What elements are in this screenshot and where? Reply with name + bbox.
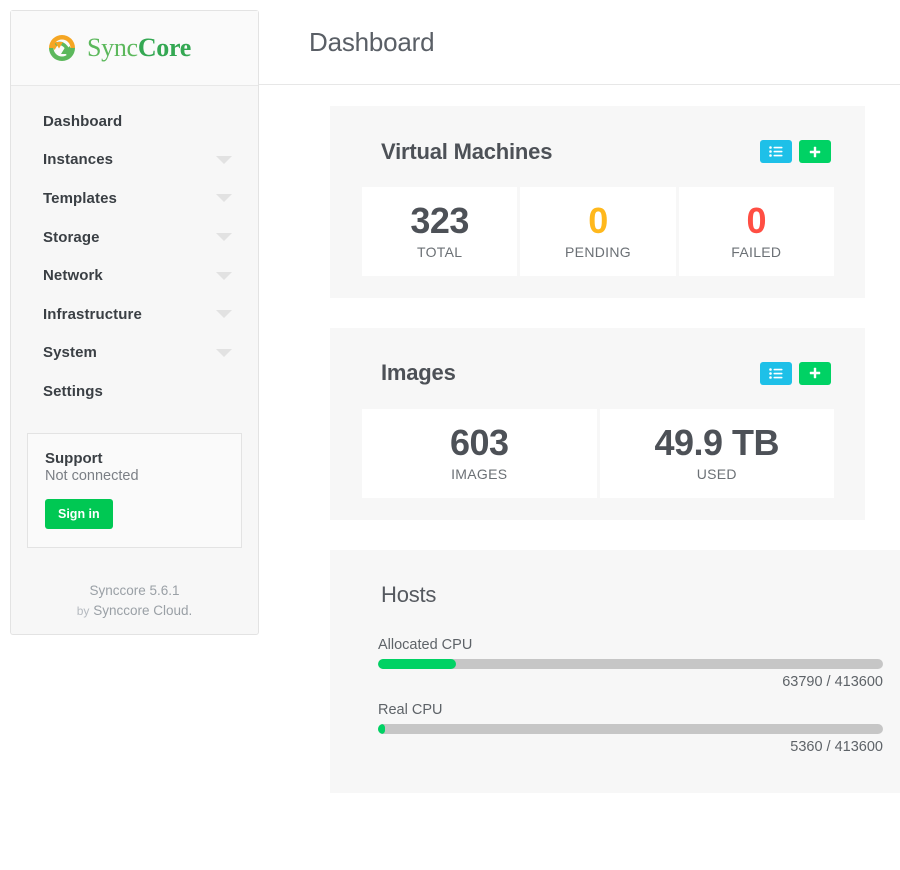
stat-used: 49.9 TB USED (599, 408, 834, 498)
allocated-cpu-metric: Allocated CPU 63790 / 413600 (378, 637, 883, 690)
progress-bar-track (378, 658, 883, 669)
sidebar-item-network[interactable]: Network (11, 256, 258, 295)
list-icon-button[interactable] (760, 140, 792, 163)
dashboard-page: SyncCore Dashboard Instances Templates S… (0, 0, 900, 870)
sync-circular-arrows-icon (49, 35, 75, 61)
stat-row: 323 TOTAL 0 PENDING 0 FAILED (348, 187, 847, 276)
sidebar-item-storage[interactable]: Storage (11, 218, 258, 257)
stat-total: 323 TOTAL (362, 187, 518, 276)
top-bar: Dashboard (259, 0, 900, 85)
chevron-down-icon (216, 348, 232, 357)
brand-name-part1: Sync (87, 33, 138, 62)
plus-icon (809, 146, 821, 157)
list-icon-button[interactable] (760, 361, 792, 385)
footer-version: Synccore 5.6.1 (89, 583, 180, 599)
card-title: Hosts (381, 582, 437, 608)
stat-label: TOTAL (417, 243, 463, 260)
stat-value: 603 (449, 421, 509, 463)
stat-value: 0 (746, 200, 767, 241)
plus-icon (809, 368, 821, 379)
sign-in-button[interactable]: Sign in (45, 499, 113, 530)
progress-bar-fill (378, 658, 456, 669)
card-title: Images (381, 360, 456, 386)
sidebar-item-label: Storage (43, 228, 100, 246)
chevron-down-icon (216, 155, 232, 164)
metric-value: 5360 / 413600 (790, 738, 883, 755)
metric-value: 63790 / 413600 (782, 673, 883, 690)
stat-label: FAILED (731, 243, 782, 260)
real-cpu-metric: Real CPU 5360 / 413600 (378, 702, 883, 755)
list-icon (769, 146, 783, 157)
add-button[interactable] (799, 140, 831, 163)
stat-value: 49.9 TB (654, 421, 780, 463)
sidebar-item-label: Instances (43, 151, 114, 169)
sidebar-item-label: Templates (43, 189, 117, 207)
stat-images: 603 IMAGES (362, 408, 597, 498)
metric-label: Allocated CPU (378, 636, 473, 653)
sidebar-item-label: Settings (43, 382, 103, 400)
sidebar-item-label: Infrastructure (43, 305, 142, 323)
virtual-machines-card: Virtual Machines 323 TOTAL 0 PENDING 0 F… (330, 106, 865, 298)
page-title: Dashboard (309, 26, 435, 57)
stat-label: USED (696, 465, 737, 482)
brand-header[interactable]: SyncCore (11, 11, 258, 86)
support-status: Not connected (45, 468, 139, 484)
footer-by-word: by (76, 603, 90, 618)
images-card: Images 603 IMAGES 49.9 TB USED (330, 327, 865, 520)
sidebar-item-label: Dashboard (43, 112, 123, 130)
stat-pending: 0 PENDING (520, 187, 676, 276)
sidebar-item-infrastructure[interactable]: Infrastructure (11, 295, 258, 334)
stat-failed: 0 FAILED (678, 187, 834, 276)
card-title: Virtual Machines (381, 138, 553, 164)
sidebar-footer: Synccore 5.6.1 by Synccore Cloud. (11, 581, 258, 620)
footer-vendor-name: Synccore Cloud. (93, 602, 193, 618)
list-icon (769, 368, 783, 379)
card-header: Images (348, 350, 847, 397)
chevron-down-icon (216, 233, 232, 242)
sidebar-item-settings[interactable]: Settings (11, 372, 258, 411)
card-header: Virtual Machines (348, 128, 847, 175)
support-title: Support (45, 449, 103, 467)
stat-value: 0 (588, 200, 608, 241)
main-content: Virtual Machines 323 TOTAL 0 PENDING 0 F… (259, 86, 900, 870)
footer-vendor: by Synccore Cloud. (11, 601, 258, 621)
progress-bar-track (378, 723, 883, 734)
sidebar-nav: Dashboard Instances Templates Storage Ne… (11, 86, 258, 411)
sidebar-item-system[interactable]: System (11, 334, 258, 373)
sidebar-item-label: System (43, 344, 97, 362)
add-button[interactable] (799, 361, 831, 385)
stat-row: 603 IMAGES 49.9 TB USED (348, 408, 847, 498)
sidebar-item-templates[interactable]: Templates (11, 179, 258, 218)
card-actions (760, 140, 831, 163)
chevron-down-icon (216, 310, 232, 319)
brand-name-part2: Core (137, 33, 191, 62)
brand-name: SyncCore (87, 33, 191, 63)
sidebar-item-label: Network (43, 267, 103, 285)
host-metrics: Allocated CPU 63790 / 413600 Real CPU 53… (348, 619, 887, 755)
chevron-down-icon (216, 271, 232, 280)
hosts-card: Hosts Allocated CPU 63790 / 413600 Real … (330, 549, 900, 793)
sidebar: SyncCore Dashboard Instances Templates S… (10, 10, 259, 635)
metric-label: Real CPU (378, 701, 443, 718)
progress-bar-fill (378, 723, 385, 734)
stat-value: 323 (410, 200, 469, 241)
card-header: Hosts (348, 572, 887, 619)
sidebar-item-dashboard[interactable]: Dashboard (11, 102, 258, 141)
sidebar-item-instances[interactable]: Instances (11, 141, 258, 180)
support-panel: Support Not connected Sign in (27, 432, 242, 549)
chevron-down-icon (216, 194, 232, 203)
stat-label: PENDING (565, 243, 631, 260)
stat-label: IMAGES (451, 465, 508, 482)
card-actions (760, 361, 831, 385)
